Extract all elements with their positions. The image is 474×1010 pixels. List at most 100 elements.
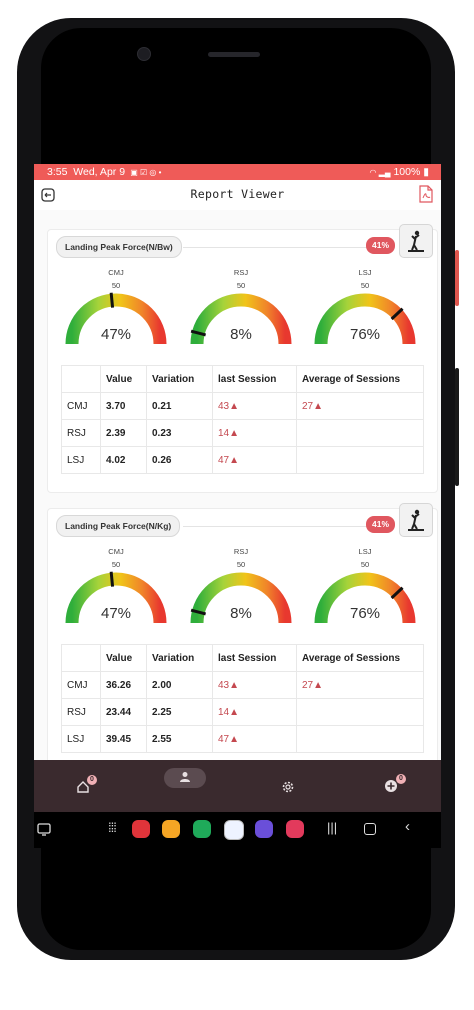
status-date: Wed, Apr 9 (73, 166, 126, 178)
app-drawer-icon[interactable]: ⁞⁞⁞ (108, 820, 117, 835)
gauge-midpoint-label: 50 (360, 281, 370, 290)
gauge-rsj: RSJ 50 8% (187, 268, 295, 350)
gauge-label: CMJ (108, 547, 124, 556)
status-time: 3:55 (47, 166, 68, 178)
row-label: LSJ (61, 446, 101, 474)
variation-cell: 2.25 (146, 698, 213, 726)
metric-chip[interactable]: Landing Peak Force(N/Bw) (56, 236, 182, 258)
gauge-needle (109, 292, 115, 308)
app-icon-files[interactable] (162, 820, 180, 838)
table-row: CMJ 3.70 0.21 43▲ 27▲ (61, 392, 424, 420)
header-cell: Variation (146, 365, 213, 393)
value-cell: 4.02 (100, 446, 147, 474)
gauge-value: 47% (100, 326, 132, 343)
gauge-value: 8% (230, 326, 252, 343)
app-icon-phone[interactable] (193, 820, 211, 838)
system-nav-bar: ⁞⁞⁞ ||| ‹ (34, 812, 441, 848)
average-cell: 27▲ (296, 671, 424, 699)
home-badge: 0 (87, 775, 97, 785)
table-row: LSJ 4.02 0.26 47▲ (61, 446, 424, 474)
gauge-cmj: CMJ 50 47% (62, 268, 170, 350)
table-row: RSJ 2.39 0.23 14▲ (61, 419, 424, 447)
last-session-cell: 47▲ (212, 725, 297, 753)
back-nav-icon[interactable]: ‹ (405, 818, 410, 835)
average-cell (296, 725, 424, 753)
profile-icon[interactable] (179, 771, 191, 783)
row-label: RSJ (61, 698, 101, 726)
athlete-button[interactable] (399, 503, 433, 537)
value-cell: 3.70 (100, 392, 147, 420)
header-cell: last Session (212, 365, 297, 393)
table-header-row: Value Variation last Session Average of … (61, 644, 424, 672)
app-icon-flipboard[interactable] (132, 820, 150, 838)
screen-cast-icon[interactable] (37, 822, 51, 836)
gauge-midpoint-label: 50 (236, 281, 246, 290)
value-cell: 39.45 (100, 725, 147, 753)
gauge-lsj: LSJ 50 76% (311, 547, 419, 629)
gauge-value: 76% (349, 605, 381, 622)
app-icon-messages[interactable] (224, 820, 244, 840)
recents-icon[interactable]: ||| (327, 820, 337, 835)
battery-icon: ▮ (423, 166, 429, 178)
gauge-needle (109, 571, 115, 587)
average-cell: 27▲ (296, 392, 424, 420)
app-icon-camera[interactable] (286, 820, 304, 838)
gauge-lsj: LSJ 50 76% (311, 268, 419, 350)
stats-table: Value Variation last Session Average of … (61, 365, 424, 474)
variation-cell: 2.00 (146, 671, 213, 699)
header-cell (61, 365, 101, 393)
status-bar: 3:55 Wed, Apr 9 ▣ ☑ ◎ • ◠ ▂▄ 100% ▮ (34, 164, 441, 180)
gauge-cmj: CMJ 50 47% (62, 547, 170, 629)
home-button-icon[interactable] (364, 823, 376, 835)
gauge-label: LSJ (358, 547, 372, 556)
jump-person-icon (408, 509, 424, 531)
variation-cell: 2.55 (146, 725, 213, 753)
value-cell: 2.39 (100, 419, 147, 447)
gauge-midpoint-label: 50 (111, 281, 121, 290)
status-time-date: 3:55 Wed, Apr 9 ▣ ☑ ◎ • (47, 166, 161, 178)
settings-icon[interactable] (281, 780, 295, 794)
power-button (455, 250, 459, 306)
bottom-nav: 0 0 (34, 760, 441, 812)
gauge-midpoint-label: 50 (360, 560, 370, 569)
header-cell (61, 644, 101, 672)
app-icon-browser[interactable] (255, 820, 273, 838)
gauge-midpoint-label: 50 (236, 560, 246, 569)
gauge-value: 76% (349, 326, 381, 343)
report-card: Landing Peak Force(N/Kg) 41% CMJ 50 47% RS… (47, 503, 438, 760)
percent-badge: 41% (366, 516, 395, 533)
variation-cell: 0.21 (146, 392, 213, 420)
wifi-icon: ◠ ▂▄ (369, 168, 391, 177)
last-session-cell: 47▲ (212, 446, 297, 474)
row-label: CMJ (61, 392, 101, 420)
report-card: Landing Peak Force(N/Bw) 41% CMJ 50 47% RS… (47, 224, 438, 493)
last-session-cell: 43▲ (212, 392, 297, 420)
gauge-label: LSJ (358, 268, 372, 277)
divider (183, 526, 367, 527)
gauge-value: 47% (100, 605, 132, 622)
header-cell: Value (100, 365, 147, 393)
table-header-row: Value Variation last Session Average of … (61, 365, 424, 393)
battery-text: 100% (393, 166, 421, 178)
percent-badge: 41% (366, 237, 395, 254)
average-cell (296, 698, 424, 726)
table-row: LSJ 39.45 2.55 47▲ (61, 725, 424, 753)
report-content[interactable]: Landing Peak Force(N/Bw) 41% CMJ 50 47% RS… (34, 210, 441, 760)
last-session-cell: 43▲ (212, 671, 297, 699)
average-cell (296, 446, 424, 474)
gauge-label: RSJ (233, 547, 249, 556)
add-badge: 0 (396, 774, 406, 784)
gauge-value: 8% (230, 605, 252, 622)
variation-cell: 0.26 (146, 446, 213, 474)
stats-table: Value Variation last Session Average of … (61, 644, 424, 753)
row-label: CMJ (61, 671, 101, 699)
athlete-button[interactable] (399, 224, 433, 258)
pdf-icon[interactable] (419, 185, 433, 203)
header-cell: last Session (212, 644, 297, 672)
value-cell: 23.44 (100, 698, 147, 726)
metric-chip[interactable]: Landing Peak Force(N/Kg) (56, 515, 181, 537)
notification-icons: ▣ ☑ ◎ • (127, 168, 162, 177)
header-cell: Average of Sessions (296, 365, 424, 393)
variation-cell: 0.23 (146, 419, 213, 447)
volume-button (455, 368, 459, 486)
